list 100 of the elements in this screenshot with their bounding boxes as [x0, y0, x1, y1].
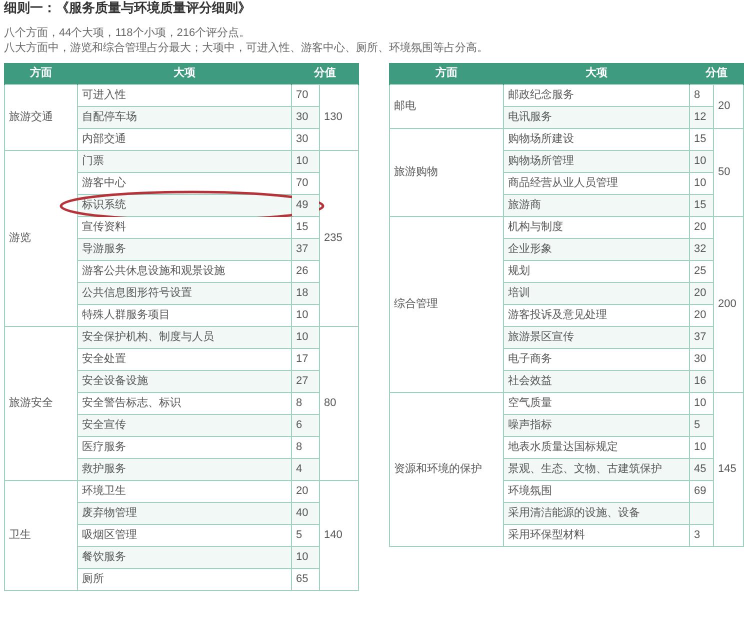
summary-line: 八个方面，44个大项，118个小项，216个评分点。 — [4, 26, 252, 41]
table-cell: 49 — [292, 194, 320, 216]
table-cell: 30 — [292, 106, 320, 128]
column-header: 方面 — [390, 63, 504, 84]
table-cell: 20 — [714, 84, 744, 128]
table-cell: 采用环保型材料 — [504, 524, 690, 546]
table-cell: 140 — [320, 480, 358, 590]
table-cell: 20 — [690, 304, 714, 326]
table-cell: 12 — [690, 106, 714, 128]
table-cell: 环境氛围 — [504, 480, 690, 502]
column-header: 分值 — [690, 63, 744, 84]
table-cell: 空气质量 — [504, 392, 690, 414]
table-cell: 机构与制度 — [504, 216, 690, 238]
table-cell: 邮政纪念服务 — [504, 84, 690, 106]
column-header: 方面 — [4, 63, 78, 84]
table-cell: 30 — [690, 348, 714, 370]
table-cell: 8 — [690, 84, 714, 106]
table-cell: 企业形象 — [504, 238, 690, 260]
table-cell: 200 — [714, 216, 744, 392]
table-cell: 10 — [292, 546, 320, 568]
table-cell: 电子商务 — [504, 348, 690, 370]
table-cell: 废弃物管理 — [78, 502, 292, 524]
table-cell: 69 — [690, 480, 714, 502]
table-cell: 32 — [690, 238, 714, 260]
table-cell: 15 — [690, 128, 714, 150]
table-cell: 10 — [292, 326, 320, 348]
table-cell: 游客投诉及意见处理 — [504, 304, 690, 326]
table-cell: 18 — [292, 282, 320, 304]
table-cell: 安全警告标志、标识 — [78, 392, 292, 414]
page-title: 细则一：《服务质量与环境质量评分细则》 — [4, 0, 252, 16]
table-cell: 特殊人群服务项目 — [78, 304, 292, 326]
table-cell: 导游服务 — [78, 238, 292, 260]
table-cell: 商品经营从业人员管理 — [504, 172, 690, 194]
table-cell: 50 — [714, 128, 744, 216]
table-cell: 购物场所管理 — [504, 150, 690, 172]
table-cell: 旅游商 — [504, 194, 690, 216]
table-cell: 地表水质量达国标规定 — [504, 436, 690, 458]
table-cell: 邮电 — [390, 84, 504, 128]
table-cell: 5 — [292, 524, 320, 546]
table-cell: 安全保护机构、制度与人员 — [78, 326, 292, 348]
table-cell: 内部交通 — [78, 128, 292, 150]
table-cell: 规划 — [504, 260, 690, 282]
table-cell: 10 — [690, 172, 714, 194]
table-cell: 3 — [690, 524, 714, 546]
table-cell: 20 — [690, 216, 714, 238]
table-cell: 购物场所建设 — [504, 128, 690, 150]
table-cell: 医疗服务 — [78, 436, 292, 458]
table-cell: 15 — [690, 194, 714, 216]
table-cell: 宣传资料 — [78, 216, 292, 238]
table-cell: 旅游景区宣传 — [504, 326, 690, 348]
table-cell: 37 — [690, 326, 714, 348]
table-cell: 20 — [292, 480, 320, 502]
table-cell: 15 — [292, 216, 320, 238]
column-header: 大项 — [78, 63, 292, 84]
table-cell: 景观、生态、文物、古建筑保护 — [504, 458, 690, 480]
table-cell: 综合管理 — [390, 216, 504, 392]
table-cell: 社会效益 — [504, 370, 690, 392]
table-cell: 可进入性 — [78, 84, 292, 106]
table-cell: 游客公共休息设施和观景设施 — [78, 260, 292, 282]
table-cell: 17 — [292, 348, 320, 370]
table-cell: 环境卫生 — [78, 480, 292, 502]
table-cell: 救护服务 — [78, 458, 292, 480]
table-cell: 10 — [690, 150, 714, 172]
table-cell: 16 — [690, 370, 714, 392]
table-cell: 旅游安全 — [4, 326, 78, 480]
table-cell: 70 — [292, 172, 320, 194]
table-cell: 30 — [292, 128, 320, 150]
table-cell: 采用清洁能源的设施、设备 — [504, 502, 690, 524]
table-cell: 8 — [292, 392, 320, 414]
table-cell: 厕所 — [78, 568, 292, 590]
table-cell: 10 — [292, 150, 320, 172]
table-cell: 20 — [690, 282, 714, 304]
table-cell: 旅游交通 — [4, 84, 78, 150]
table-cell: 5 — [690, 414, 714, 436]
table-cell: 自配停车场 — [78, 106, 292, 128]
table-cell: 餐饮服务 — [78, 546, 292, 568]
table-cell: 资源和环境的保护 — [390, 392, 504, 546]
table-cell: 65 — [292, 568, 320, 590]
table-cell: 27 — [292, 370, 320, 392]
table-cell: 4 — [292, 458, 320, 480]
column-header: 分值 — [292, 63, 358, 84]
table-cell: 吸烟区管理 — [78, 524, 292, 546]
table-cell: 145 — [714, 392, 744, 546]
summary-line: 八大方面中，游览和综合管理占分最大；大项中，可进入性、游客中心、厕所、环境氛围等占分高。 — [4, 41, 489, 56]
table-cell: 旅游购物 — [390, 128, 504, 216]
table-cell: 80 — [320, 326, 358, 480]
table-cell: 130 — [320, 84, 358, 150]
table-cell: 培训 — [504, 282, 690, 304]
table-cell: 安全处置 — [78, 348, 292, 370]
table-cell: 45 — [690, 458, 714, 480]
table-cell: 8 — [292, 436, 320, 458]
table-cell: 电讯服务 — [504, 106, 690, 128]
table-cell: 10 — [292, 304, 320, 326]
table-cell: 安全宣传 — [78, 414, 292, 436]
table-cell: 10 — [690, 436, 714, 458]
table-cell: 25 — [690, 260, 714, 282]
table-cell: 40 — [292, 502, 320, 524]
table-cell: 噪声指标 — [504, 414, 690, 436]
table-cell: 70 — [292, 84, 320, 106]
table-cell: 门票 — [78, 150, 292, 172]
